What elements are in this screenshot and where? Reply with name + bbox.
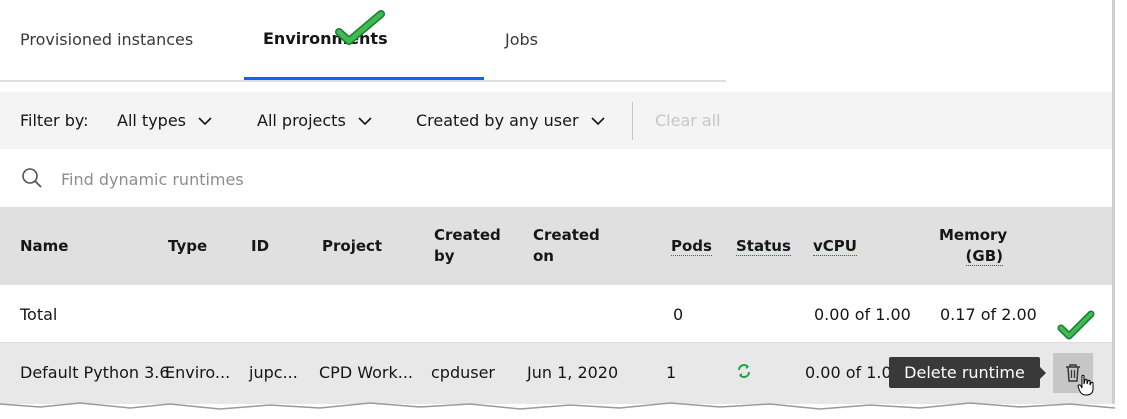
cell-vcpu: 0.00 of 1.0 [805, 363, 892, 382]
dropdown-label: Created by any user [416, 111, 579, 130]
type-filter-dropdown[interactable]: All types [117, 92, 212, 149]
header-line: Created [434, 226, 501, 244]
checkmark-icon [1057, 310, 1095, 340]
header-label: Status [736, 237, 791, 256]
column-header-type[interactable]: Type [168, 236, 207, 257]
column-header-created-on[interactable]: Created on [533, 225, 600, 267]
search-bar [0, 149, 1115, 208]
cell-pods: 1 [666, 363, 677, 382]
cell-type: Enviro... [165, 363, 231, 382]
total-vcpu: 0.00 of 1.00 [814, 305, 911, 324]
table-header: Name Type ID Project Created by Created … [0, 207, 1115, 285]
cell-name: Default Python 3.6 [20, 363, 170, 382]
delete-runtime-tooltip: Delete runtime [889, 357, 1046, 388]
header-label: Pods [671, 237, 712, 256]
column-header-created-by[interactable]: Created by [434, 225, 501, 267]
dropdown-label: All types [117, 111, 186, 130]
total-label: Total [20, 305, 58, 324]
sync-icon [738, 364, 750, 378]
filter-bar: Filter by: All types All projects Create… [0, 92, 1115, 149]
chevron-down-icon [590, 116, 605, 125]
column-header-pods[interactable]: Pods [671, 236, 712, 257]
column-header-memory[interactable]: Memory (GB) [939, 225, 1008, 267]
tab-jobs[interactable]: Jobs [484, 0, 726, 78]
filter-divider [632, 102, 633, 140]
total-pods: 0 [673, 305, 684, 324]
cell-project: CPD Work... [319, 363, 413, 382]
column-header-status[interactable]: Status [736, 236, 791, 257]
runtimes-panel: Provisioned instances Environments Jobs … [0, 0, 1115, 404]
header-label: vCPU [813, 237, 857, 256]
filter-label: Filter by: [20, 111, 89, 130]
user-filter-dropdown[interactable]: Created by any user [416, 92, 605, 149]
cell-id: jupc... [249, 363, 298, 382]
chevron-down-icon [358, 116, 372, 125]
header-line: on [533, 247, 554, 265]
tab-label: Jobs [505, 29, 538, 49]
dropdown-label: All projects [257, 111, 346, 130]
cell-created-by: cpduser [431, 363, 496, 382]
chevron-down-icon [198, 116, 212, 125]
cell-created-on: Jun 1, 2020 [527, 363, 619, 382]
search-input[interactable] [59, 163, 663, 195]
checkmark-icon [335, 10, 385, 45]
clear-all-button[interactable]: Clear all [655, 92, 721, 149]
search-icon [22, 168, 42, 188]
column-header-name[interactable]: Name [20, 236, 68, 257]
hand-cursor-icon [1077, 374, 1094, 396]
tab-provisioned-instances[interactable]: Provisioned instances [20, 0, 244, 78]
header-label: (GB) [965, 247, 1003, 266]
column-header-id[interactable]: ID [251, 236, 269, 257]
table-row-total: Total 0 0.00 of 1.00 0.17 of 2.00 [0, 285, 1115, 343]
header-line: Created [533, 226, 600, 244]
header-line: by [434, 247, 455, 265]
header-line: Memory [939, 226, 1008, 244]
project-filter-dropdown[interactable]: All projects [257, 92, 372, 149]
total-memory: 0.17 of 2.00 [940, 305, 1037, 324]
scrollbar[interactable] [1112, 0, 1115, 404]
torn-edge-decoration [0, 398, 1127, 419]
tab-label: Provisioned instances [20, 29, 194, 49]
column-header-project[interactable]: Project [322, 236, 382, 257]
column-header-vcpu[interactable]: vCPU [813, 236, 857, 257]
